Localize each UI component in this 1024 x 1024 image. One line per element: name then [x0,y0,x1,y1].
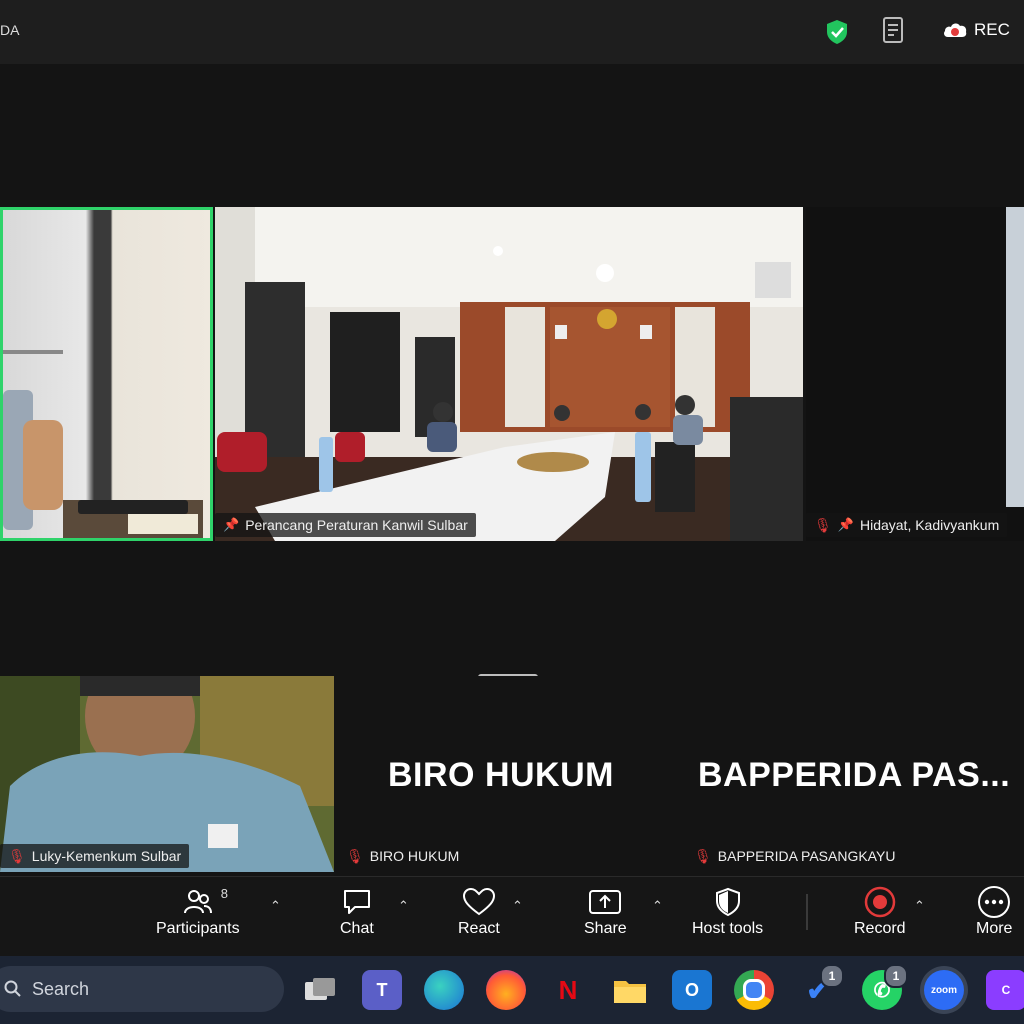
rec-label: REC [974,20,1010,39]
teams-icon[interactable]: T [362,970,402,1010]
meeting-top-bar: DA REC [0,0,1024,64]
search-icon [4,980,21,997]
heart-icon [462,887,495,916]
share-screen-icon [589,890,622,914]
video-tile-conference-room[interactable]: 📌 Perancang Peraturan Kanwil Sulbar [215,207,803,541]
netflix-icon[interactable]: N [548,970,588,1010]
chrome-icon[interactable] [734,970,774,1010]
video-tile-biro-hukum[interactable]: BIRO HUKUM 🎙 BIRO HUKUM [338,676,678,872]
participants-options-caret[interactable]: ⌃ [270,898,281,914]
muted-mic-icon: 🎙 [346,847,364,864]
react-label: React [458,920,500,937]
window-title: DA [0,22,20,38]
share-options-caret[interactable]: ⌃ [652,898,663,914]
video-tile-luky[interactable]: 🎙 Luky-Kemenkum Sulbar [0,676,334,872]
participant-nameplate: 🎙 Luky-Kemenkum Sulbar [0,844,190,868]
todo-icon[interactable]: ✔ 1 [798,964,844,1010]
participants-count: 8 [220,886,229,901]
toolbar-divider [806,894,808,930]
whatsapp-badge: 1 [884,964,908,988]
participants-icon [183,890,212,914]
host-tools-label: Host tools [692,920,764,937]
muted-mic-icon: 🎙 [694,847,712,864]
pin-icon: 📌 [223,517,240,532]
windows-taskbar: Search T N O ✔ 1 ✆ 1 zoom C [0,956,1024,1024]
participant-name: BAPPERIDA PASANGKAYU [717,848,896,864]
participant-name: Perancang Peraturan Kanwil Sulbar [245,517,468,533]
share-button[interactable]: Share [584,884,627,938]
outlook-icon[interactable]: O [672,970,712,1010]
host-tools-button[interactable]: Host tools [692,884,763,938]
partial-video-feed [1006,207,1024,507]
participant-display-name: BAPPERIDA PAS... [698,756,1011,794]
participant-name: Luky-Kemenkum Sulbar [31,848,182,864]
share-label: Share [584,920,627,937]
task-view-icon[interactable] [300,970,340,1010]
participant-display-name: BIRO HUKUM [388,756,614,794]
encryption-shield-icon[interactable] [824,18,850,46]
video-tile-bapperida[interactable]: BAPPERIDA PAS... 🎙 BAPPERIDA PASANGKAYU [686,676,1024,872]
video-tile-active-speaker[interactable] [0,207,213,541]
whatsapp-icon[interactable]: ✆ 1 [862,964,908,1010]
muted-mic-icon: 🎙 [814,516,832,533]
video-tile-hidayat[interactable]: 🎙 📌 Hidayat, Kadivyankum [806,207,1024,541]
taskbar-search-box[interactable]: Search [0,966,284,1012]
pin-icon: 📌 [837,517,854,532]
todo-badge: 1 [820,964,844,988]
conference-room-scene [215,207,803,541]
participant-nameplate: 🎙 📌 Hidayat, Kadivyankum [806,513,1008,537]
record-icon [864,886,896,918]
record-options-caret[interactable]: ⌃ [914,898,925,914]
participants-button[interactable]: 8 Participants [156,884,240,938]
more-label: More [976,920,1013,937]
participant-nameplate: 🎙 BIRO HUKUM [338,844,468,868]
firefox-icon[interactable] [486,970,526,1010]
canva-icon[interactable]: C [986,970,1024,1010]
participants-label: Participants [156,920,240,937]
edge-icon[interactable] [424,970,464,1010]
search-placeholder: Search [32,978,90,999]
chat-icon [343,890,370,914]
participant-name: BIRO HUKUM [369,848,460,864]
participant-nameplate: 📌 Perancang Peraturan Kanwil Sulbar [215,513,476,537]
record-button[interactable]: Record [854,884,906,938]
file-explorer-icon[interactable] [610,970,650,1010]
chat-button[interactable]: Chat [340,884,374,938]
participant-name: Hidayat, Kadivyankum [859,517,1000,533]
host-tools-shield-icon [715,887,740,917]
room-scene [3,350,203,538]
chat-label: Chat [340,920,374,937]
notes-icon[interactable] [880,16,908,46]
muted-mic-icon: 🎙 [8,847,26,864]
react-options-caret[interactable]: ⌃ [512,898,523,914]
more-button[interactable]: More [976,884,1012,938]
chat-options-caret[interactable]: ⌃ [398,898,409,914]
participant-nameplate: 🎙 BAPPERIDA PASANGKAYU [686,844,904,868]
cloud-recording-indicator[interactable]: REC [942,20,1010,40]
react-button[interactable]: React [458,884,500,938]
participant-video-feed [0,676,334,872]
record-label: Record [854,920,906,937]
more-icon [978,886,1011,918]
zoom-icon[interactable]: zoom [924,970,964,1010]
cloud-record-icon [944,23,967,37]
